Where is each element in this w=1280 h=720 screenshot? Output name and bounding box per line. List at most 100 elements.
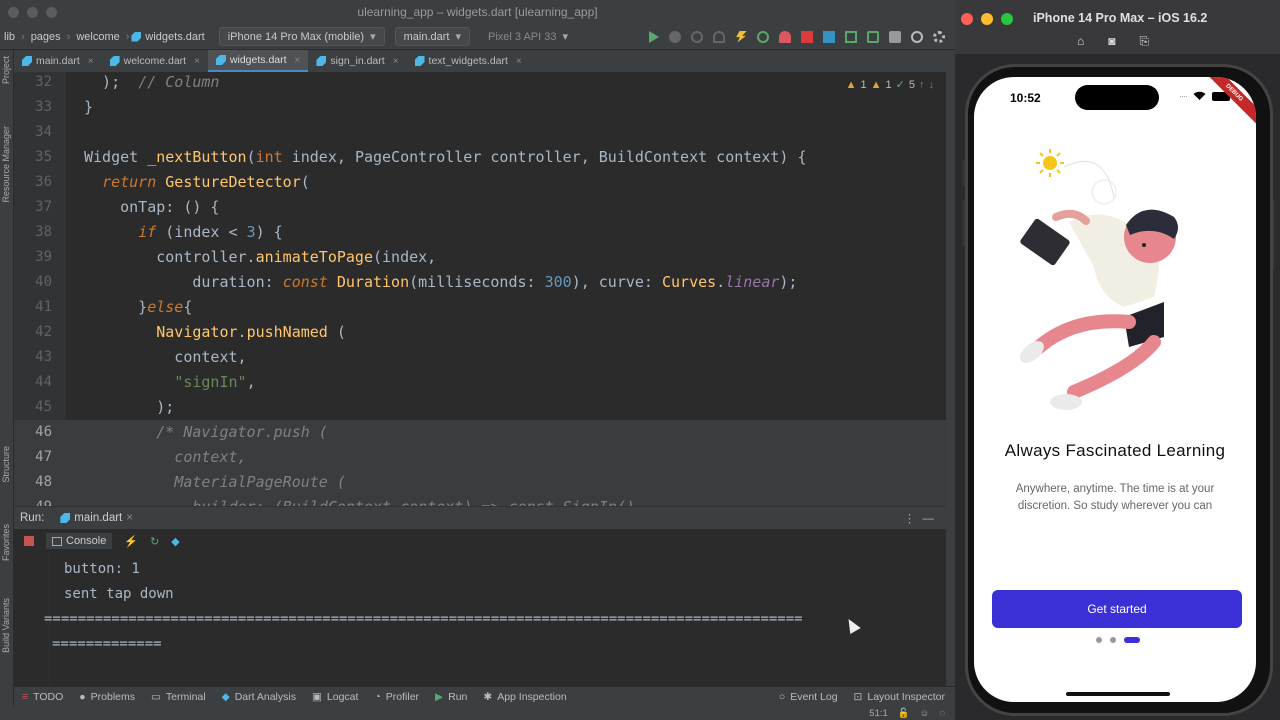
tool-profiler[interactable]: ◔ Profiler bbox=[374, 691, 419, 703]
code-line[interactable]: 39 controller.animateToPage(index, bbox=[14, 245, 946, 270]
device-selector[interactable]: iPhone 14 Pro Max (mobile) ▾ bbox=[218, 27, 385, 46]
zoom-window-button[interactable] bbox=[46, 7, 57, 18]
tab-welcome-dart[interactable]: welcome.dart × bbox=[102, 50, 208, 72]
hot-restart-icon[interactable] bbox=[757, 30, 769, 43]
code-line[interactable]: 45 ); bbox=[14, 395, 946, 420]
code-line[interactable]: 40 duration: const Duration(milliseconds… bbox=[14, 270, 946, 295]
project-structure-icon[interactable] bbox=[823, 30, 835, 43]
page-dot[interactable] bbox=[1096, 637, 1102, 643]
code-line[interactable]: 43 context, bbox=[14, 345, 946, 370]
tool-project[interactable]: Project bbox=[1, 56, 11, 84]
close-icon[interactable]: × bbox=[516, 56, 522, 67]
arrow-up-icon[interactable]: ↑ bbox=[919, 79, 925, 91]
rotate-icon[interactable]: ⎘ bbox=[1140, 34, 1150, 49]
arrow-down-icon[interactable]: ↓ bbox=[929, 79, 935, 91]
page-dot[interactable] bbox=[1110, 637, 1116, 643]
coverage-icon[interactable] bbox=[691, 30, 703, 43]
tool-favorites[interactable]: Favorites bbox=[1, 524, 11, 561]
code-line[interactable]: 41 }else{ bbox=[14, 295, 946, 320]
code-line[interactable]: 32 ); // Column bbox=[14, 72, 946, 95]
code-line[interactable]: 38 if (index < 3) { bbox=[14, 220, 946, 245]
minimize-window-button[interactable] bbox=[27, 7, 38, 18]
close-icon[interactable]: × bbox=[88, 56, 94, 67]
close-icon[interactable]: × bbox=[393, 56, 399, 67]
flutter-devtools-icon[interactable]: ◆ bbox=[171, 535, 179, 548]
device-manager-icon[interactable] bbox=[867, 30, 879, 43]
hot-reload-icon[interactable] bbox=[736, 30, 747, 43]
breadcrumb-welcome[interactable]: welcome bbox=[72, 31, 123, 43]
tool-app-inspection[interactable]: ✱ App Inspection bbox=[483, 691, 566, 703]
profile-icon[interactable] bbox=[713, 30, 725, 43]
tool-resource-manager[interactable]: Resource Manager bbox=[1, 126, 11, 203]
more-options-icon[interactable]: ⋮ — bbox=[904, 511, 946, 525]
tab-label: sign_in.dart bbox=[330, 55, 385, 67]
breadcrumb-pages[interactable]: pages bbox=[27, 31, 65, 43]
close-icon[interactable]: × bbox=[126, 512, 133, 524]
tool-structure[interactable]: Structure bbox=[1, 446, 11, 483]
code-line[interactable]: 49 builder: (BuildContext context) => co… bbox=[14, 495, 946, 506]
stop-icon[interactable] bbox=[24, 536, 34, 546]
tool-terminal[interactable]: ▭ Terminal bbox=[151, 691, 206, 703]
stop-icon[interactable] bbox=[801, 30, 813, 43]
tool-run[interactable]: ▶ Run bbox=[435, 691, 467, 703]
sdk-manager-icon[interactable] bbox=[889, 30, 901, 43]
attach-icon[interactable] bbox=[779, 30, 791, 43]
inspection-widget[interactable]: ▲ 1 ▲ 1 ✓ 5 ↑ ↓ bbox=[846, 78, 935, 92]
debug-icon[interactable] bbox=[669, 30, 681, 43]
page-dot-active[interactable] bbox=[1124, 637, 1140, 643]
code-editor[interactable]: 32 ); // Column 33} 34 35 Widget _nextButton… bbox=[14, 72, 946, 506]
breadcrumb-file[interactable]: widgets.dart bbox=[141, 31, 208, 43]
line-number: 49 bbox=[14, 495, 52, 506]
zoom-window-button[interactable] bbox=[1001, 13, 1013, 25]
run-config-selector[interactable]: main.dart ▾ bbox=[394, 27, 470, 46]
hot-reload-icon[interactable]: ⚡ bbox=[124, 535, 138, 548]
code-line[interactable]: 44 "signIn", bbox=[14, 370, 946, 395]
tool-todo[interactable]: ≡ TODO bbox=[22, 691, 63, 703]
close-window-button[interactable] bbox=[961, 13, 973, 25]
tool-event-log[interactable]: ○ Event Log bbox=[779, 691, 838, 703]
tool-layout-inspector[interactable]: ⊡ Layout Inspector bbox=[854, 691, 955, 703]
cursor-position[interactable]: 51:1 bbox=[869, 708, 888, 719]
breadcrumb-lib[interactable]: lib bbox=[0, 31, 19, 43]
run-tab-main-dart[interactable]: main.dart × bbox=[54, 512, 139, 524]
screenshot-icon[interactable]: ◙ bbox=[1108, 34, 1115, 49]
code-line[interactable]: 35 Widget _nextButton(int index, PageCont… bbox=[14, 145, 946, 170]
tool-layout-inspector-label: Layout Inspector bbox=[867, 690, 945, 703]
close-icon[interactable]: × bbox=[194, 56, 200, 67]
hot-restart-icon[interactable]: ↻ bbox=[150, 535, 159, 548]
terminal-icon[interactable] bbox=[845, 30, 857, 43]
right-tool-strip bbox=[946, 50, 955, 720]
gear-icon[interactable] bbox=[933, 30, 945, 43]
face-icon[interactable]: ☺ bbox=[920, 708, 930, 719]
tab-sign-in-dart[interactable]: sign_in.dart × bbox=[308, 50, 406, 72]
phone-screen[interactable]: 10:52 ···· DEBUG Always Fascinated Learn… bbox=[974, 77, 1256, 702]
code-line[interactable]: 33} bbox=[14, 95, 946, 120]
code-line[interactable]: 48 MaterialPageRoute ( bbox=[14, 470, 946, 495]
memory-icon[interactable]: ◌ bbox=[939, 708, 945, 719]
code-line[interactable]: 34 bbox=[14, 120, 946, 145]
close-window-button[interactable] bbox=[8, 7, 19, 18]
minimize-window-button[interactable] bbox=[981, 13, 993, 25]
tool-problems[interactable]: ● Problems bbox=[79, 691, 135, 703]
lock-icon[interactable]: 🔓 bbox=[898, 708, 910, 719]
code-line[interactable]: 42 Navigator.pushNamed ( bbox=[14, 320, 946, 345]
code-line[interactable]: 47 context, bbox=[14, 445, 946, 470]
tool-build-variants[interactable]: Build Variants bbox=[1, 598, 11, 653]
code-line[interactable]: 37 onTap: () { bbox=[14, 195, 946, 220]
tool-dart-analysis[interactable]: ◆ Dart Analysis bbox=[222, 691, 296, 703]
home-icon[interactable]: ⌂ bbox=[1077, 34, 1084, 49]
code-line[interactable]: 46 /* Navigator.push ( bbox=[14, 420, 946, 445]
close-icon[interactable]: × bbox=[295, 55, 301, 66]
tab-text-widgets-dart[interactable]: text_widgets.dart × bbox=[407, 50, 530, 72]
console-tab[interactable]: Console bbox=[46, 533, 113, 549]
search-icon[interactable] bbox=[911, 30, 923, 43]
run-icon[interactable] bbox=[649, 30, 659, 43]
code-line[interactable]: 36 return GestureDetector( bbox=[14, 170, 946, 195]
tab-widgets-dart[interactable]: widgets.dart × bbox=[207, 50, 309, 72]
run-panel-header: Run: main.dart × ⋮ — bbox=[14, 507, 946, 529]
console-output[interactable]: button: 1 sent tap down ================… bbox=[44, 557, 936, 686]
tool-logcat[interactable]: ▣ Logcat bbox=[312, 691, 358, 703]
emulator-selector[interactable]: Pixel 3 API 33 ▾ bbox=[480, 28, 576, 45]
tab-main-dart[interactable]: main.dart × bbox=[14, 50, 102, 72]
get-started-button[interactable]: Get started bbox=[992, 590, 1242, 628]
